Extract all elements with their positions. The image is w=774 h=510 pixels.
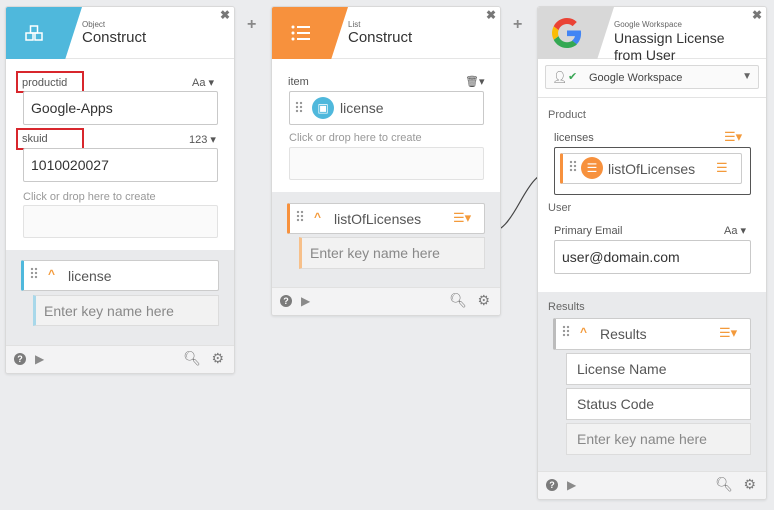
drop-hint: Click or drop here to create [23, 191, 156, 203]
key-name-input[interactable]: Enter key name here [33, 295, 219, 326]
primary-email-input[interactable]: user@domain.com [554, 240, 751, 274]
help-icon[interactable]: ? [14, 353, 26, 365]
product-section-label: Product [548, 109, 586, 121]
licenses-chip[interactable]: ☰ listOfLicenses ☰ [560, 153, 742, 184]
google-logo-icon [552, 18, 582, 48]
drag-handle-icon[interactable] [295, 101, 303, 113]
productid-highlight [16, 71, 84, 93]
list-type-icon[interactable]: ☰ [716, 160, 728, 176]
text-format-dropdown[interactable]: Aa ▾ [192, 76, 214, 89]
output-object-chip[interactable]: ^ license [21, 260, 219, 291]
object-icon-wrap [6, 7, 82, 59]
result-field-status-code[interactable]: Status Code [566, 388, 751, 420]
chevron-up-icon[interactable]: ^ [580, 325, 587, 339]
card-type-label: Google Workspace [614, 20, 682, 29]
results-name: Results [600, 326, 647, 342]
close-icon[interactable]: ✖ [486, 8, 496, 22]
gear-icon[interactable]: ⚙ [743, 476, 756, 493]
text-format-dropdown[interactable]: Aa ▾ [724, 224, 746, 237]
cubes-icon [25, 25, 43, 41]
card-type-label: List [348, 20, 361, 29]
output-list-chip[interactable]: ^ listOfLicenses ☰▾ [287, 203, 485, 234]
connection-select[interactable]: 👤︎ ✔ Google Workspace ▼ [545, 65, 759, 89]
list-round-icon: ☰ [581, 157, 603, 179]
card-header: Google Workspace Unassign License from U… [538, 7, 766, 63]
drag-handle-icon[interactable] [30, 267, 38, 279]
results-object-chip[interactable]: ^ Results ☰▾ [553, 318, 751, 350]
list-icon-wrap [272, 7, 348, 59]
item-chip-text: license [340, 100, 384, 116]
help-icon[interactable]: ? [280, 295, 292, 307]
licenses-input[interactable]: ☰ listOfLicenses ☰ [554, 147, 751, 195]
close-icon[interactable]: ✖ [752, 8, 762, 22]
search-icon[interactable]: 🔍︎ [183, 350, 201, 367]
chevron-down-icon[interactable]: ▼ [742, 71, 752, 82]
drag-handle-icon[interactable] [569, 160, 577, 172]
list-type-icon[interactable]: ☰▾ [719, 325, 737, 341]
search-icon[interactable]: 🔍︎ [715, 476, 733, 493]
add-step-plus-2[interactable]: + [513, 16, 522, 34]
key-name-input[interactable]: Enter key name here [299, 237, 485, 269]
output-name: license [68, 268, 112, 284]
primary-email-label: Primary Email [554, 225, 623, 237]
result-field-license-name[interactable]: License Name [566, 353, 751, 385]
licenses-label: licenses [554, 132, 594, 144]
card-header: Object Construct ✖ [6, 7, 234, 59]
chevron-up-icon[interactable]: ^ [314, 210, 321, 224]
search-icon[interactable]: 🔍︎ [449, 292, 467, 309]
play-icon[interactable]: ▶ [35, 352, 44, 366]
close-icon[interactable]: ✖ [220, 8, 230, 22]
drop-zone[interactable] [289, 147, 484, 180]
card-footer: ? ▶ 🔍︎ ⚙ [6, 345, 234, 373]
output-name: listOfLicenses [334, 211, 422, 227]
drag-handle-icon[interactable] [562, 325, 570, 337]
play-icon[interactable]: ▶ [301, 294, 310, 308]
gear-icon[interactable]: ⚙ [477, 292, 490, 309]
card-title: Construct [348, 29, 413, 46]
object-round-icon: ▣ [312, 97, 334, 119]
user-section-label: User [548, 202, 572, 214]
drag-handle-icon[interactable] [296, 210, 304, 222]
skuid-input[interactable]: 1010020027 [23, 148, 218, 182]
drop-zone[interactable] [23, 205, 218, 238]
skuid-highlight [16, 128, 84, 150]
card-footer: ? ▶ 🔍︎ ⚙ [272, 287, 500, 315]
chevron-up-icon[interactable]: ^ [48, 267, 55, 281]
google-icon-wrap [538, 7, 614, 59]
item-label: item [288, 76, 309, 88]
productid-input[interactable]: Google-Apps [23, 91, 218, 125]
user-icon: 👤︎ [552, 70, 568, 84]
results-section-label: Results [548, 301, 585, 313]
list-type-icon[interactable]: ☰▾ [453, 210, 471, 226]
divider [538, 97, 766, 98]
item-input[interactable]: ▣ license [289, 91, 484, 125]
list-icon [291, 25, 310, 41]
connection-name: Google Workspace [589, 72, 683, 84]
play-icon[interactable]: ▶ [567, 478, 576, 492]
card-footer: ? ▶ 🔍︎ ⚙ [538, 471, 766, 499]
number-format-dropdown[interactable]: 123 ▾ [189, 133, 216, 146]
card-type-label: Object [82, 20, 106, 29]
card-title-line1: Unassign License [614, 30, 725, 46]
card-header: List Construct ✖ [272, 7, 500, 59]
google-workspace-card: Google Workspace Unassign License from U… [537, 6, 767, 500]
card-title-line2: from User [614, 47, 676, 63]
object-construct-card: Object Construct ✖ productid Aa ▾ Google… [5, 6, 235, 374]
list-type-icon[interactable]: ☰▾ [724, 129, 742, 145]
card-title: Construct [82, 29, 147, 46]
gear-icon[interactable]: ⚙ [211, 350, 224, 367]
licenses-chip-text: listOfLicenses [608, 161, 696, 177]
add-step-plus-1[interactable]: + [247, 16, 256, 34]
drop-hint: Click or drop here to create [289, 132, 422, 144]
trash-dropdown-icon[interactable]: 🗑︎▾ [465, 75, 485, 88]
list-construct-card: List Construct ✖ item 🗑︎▾ ▣ license Clic… [271, 6, 501, 316]
key-name-input[interactable]: Enter key name here [566, 423, 751, 455]
help-icon[interactable]: ? [546, 479, 558, 491]
check-icon: ✔ [568, 71, 578, 83]
